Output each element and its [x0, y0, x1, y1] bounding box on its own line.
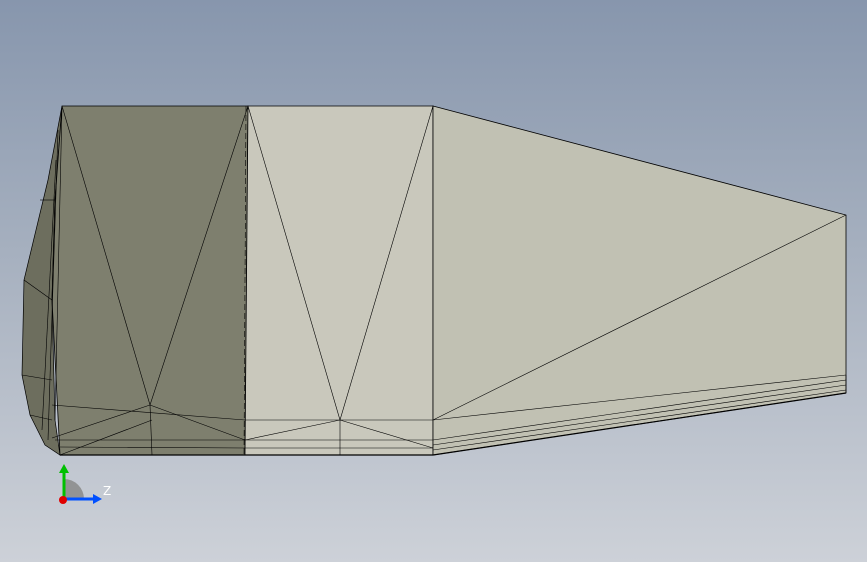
triad-x-axis-dot: [59, 496, 67, 504]
triad-z-label: Z: [103, 484, 112, 498]
triad-arc-icon: [64, 479, 84, 499]
triad-y-arrow-icon: [59, 464, 69, 473]
model-face-middle: [244, 105, 434, 456]
triad-z-arrow-icon: [93, 494, 102, 504]
3d-viewport[interactable]: Z: [0, 0, 867, 562]
3d-model[interactable]: [0, 0, 867, 562]
model-face-front-dark: [51, 105, 249, 456]
